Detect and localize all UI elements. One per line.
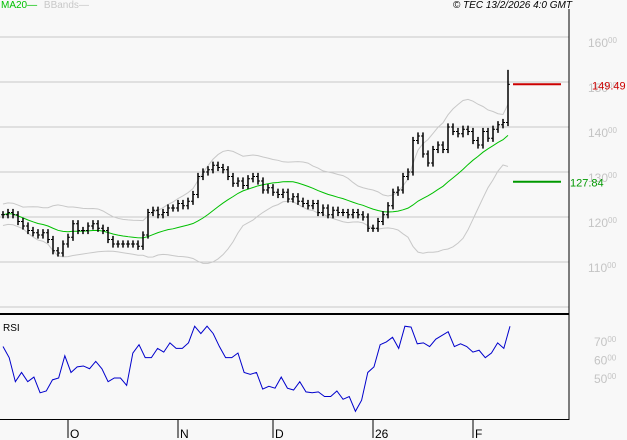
price-bar bbox=[506, 69, 510, 127]
price-bar bbox=[106, 226, 110, 244]
x-tick-label: 26 bbox=[375, 427, 389, 440]
price-bar bbox=[166, 204, 170, 217]
price-bar bbox=[91, 220, 95, 230]
rsi-tick-label: 7000 bbox=[594, 335, 617, 349]
price-bar bbox=[446, 123, 450, 154]
price-bar bbox=[136, 240, 140, 250]
price-bar bbox=[256, 172, 260, 185]
price-bar bbox=[301, 197, 305, 208]
price-bar bbox=[146, 208, 150, 239]
price-bar bbox=[66, 233, 70, 248]
price-bar bbox=[56, 247, 60, 257]
price-bar bbox=[246, 175, 250, 190]
stock-chart: 110001200013000140001500016000149.49127.… bbox=[0, 9, 626, 440]
price-bar bbox=[71, 220, 75, 241]
price-tick-label: 11000 bbox=[588, 261, 617, 275]
price-bar bbox=[481, 127, 485, 149]
price-bar bbox=[116, 240, 120, 248]
price-bar bbox=[176, 199, 180, 212]
price-bar bbox=[376, 217, 380, 232]
price-bar bbox=[476, 136, 480, 149]
rsi-tick-label: 5000 bbox=[594, 372, 617, 386]
price-bar bbox=[186, 197, 190, 210]
price-bar bbox=[171, 204, 175, 212]
price-bar bbox=[126, 240, 130, 248]
price-bar bbox=[81, 226, 85, 235]
price-tick-label: 12000 bbox=[588, 216, 617, 230]
price-bar bbox=[121, 240, 125, 248]
price-bar bbox=[31, 226, 35, 237]
price-bar bbox=[241, 177, 245, 190]
price-bar bbox=[16, 211, 20, 226]
price-bar bbox=[111, 235, 115, 248]
price-bar bbox=[471, 127, 475, 145]
price-bar bbox=[181, 199, 185, 210]
price-bar bbox=[281, 188, 285, 199]
price-bar bbox=[381, 211, 385, 226]
price-bar bbox=[386, 202, 390, 219]
price-bar bbox=[276, 188, 280, 199]
price-bar bbox=[76, 220, 80, 235]
marker-label: 127.84 bbox=[570, 178, 604, 190]
price-bar bbox=[251, 172, 255, 183]
bband-lower bbox=[2, 164, 509, 264]
price-tick-label: 16000 bbox=[588, 36, 617, 50]
x-tick-label: N bbox=[180, 427, 189, 440]
price-bar bbox=[101, 224, 105, 235]
x-tick-label: O bbox=[70, 427, 79, 440]
price-bar bbox=[306, 199, 310, 210]
rsi-title: RSI bbox=[3, 323, 20, 334]
price-bar bbox=[411, 136, 415, 176]
price-bar bbox=[231, 172, 235, 187]
price-bar bbox=[361, 211, 365, 221]
price-bar bbox=[61, 240, 65, 257]
price-bar bbox=[456, 127, 460, 138]
price-bar bbox=[266, 184, 270, 194]
price-bar bbox=[486, 127, 490, 142]
price-bar bbox=[236, 177, 240, 187]
price-bar bbox=[131, 240, 135, 248]
price-bar bbox=[431, 145, 435, 167]
x-tick-label: D bbox=[275, 427, 284, 440]
rsi-tick-label: 6000 bbox=[594, 354, 617, 368]
price-bar bbox=[41, 229, 45, 239]
price-bar bbox=[141, 231, 145, 250]
price-bar bbox=[426, 150, 430, 167]
price-bar bbox=[191, 190, 195, 205]
price-bar bbox=[286, 188, 290, 203]
price-bar bbox=[86, 222, 90, 235]
price-bar bbox=[271, 184, 275, 196]
x-tick-label: F bbox=[475, 427, 482, 440]
price-bar bbox=[451, 123, 455, 136]
price-bar bbox=[341, 208, 345, 217]
price-bar bbox=[416, 132, 420, 145]
price-bar bbox=[196, 172, 200, 199]
price-bar bbox=[336, 206, 340, 217]
price-bar bbox=[371, 224, 375, 232]
rsi-line bbox=[2, 325, 511, 413]
price-bar bbox=[46, 229, 50, 244]
price-bar bbox=[226, 166, 230, 181]
price-tick-label: 14000 bbox=[588, 126, 617, 140]
price-bar bbox=[441, 141, 445, 154]
price-bar bbox=[216, 161, 220, 172]
price-bar bbox=[296, 193, 300, 205]
price-bar bbox=[366, 213, 370, 232]
price-bar bbox=[391, 188, 395, 210]
price-bar bbox=[36, 229, 40, 239]
price-bar bbox=[436, 141, 440, 154]
price-bar bbox=[311, 199, 315, 210]
marker-label: 149.49 bbox=[592, 80, 626, 92]
price-bar bbox=[491, 125, 495, 142]
